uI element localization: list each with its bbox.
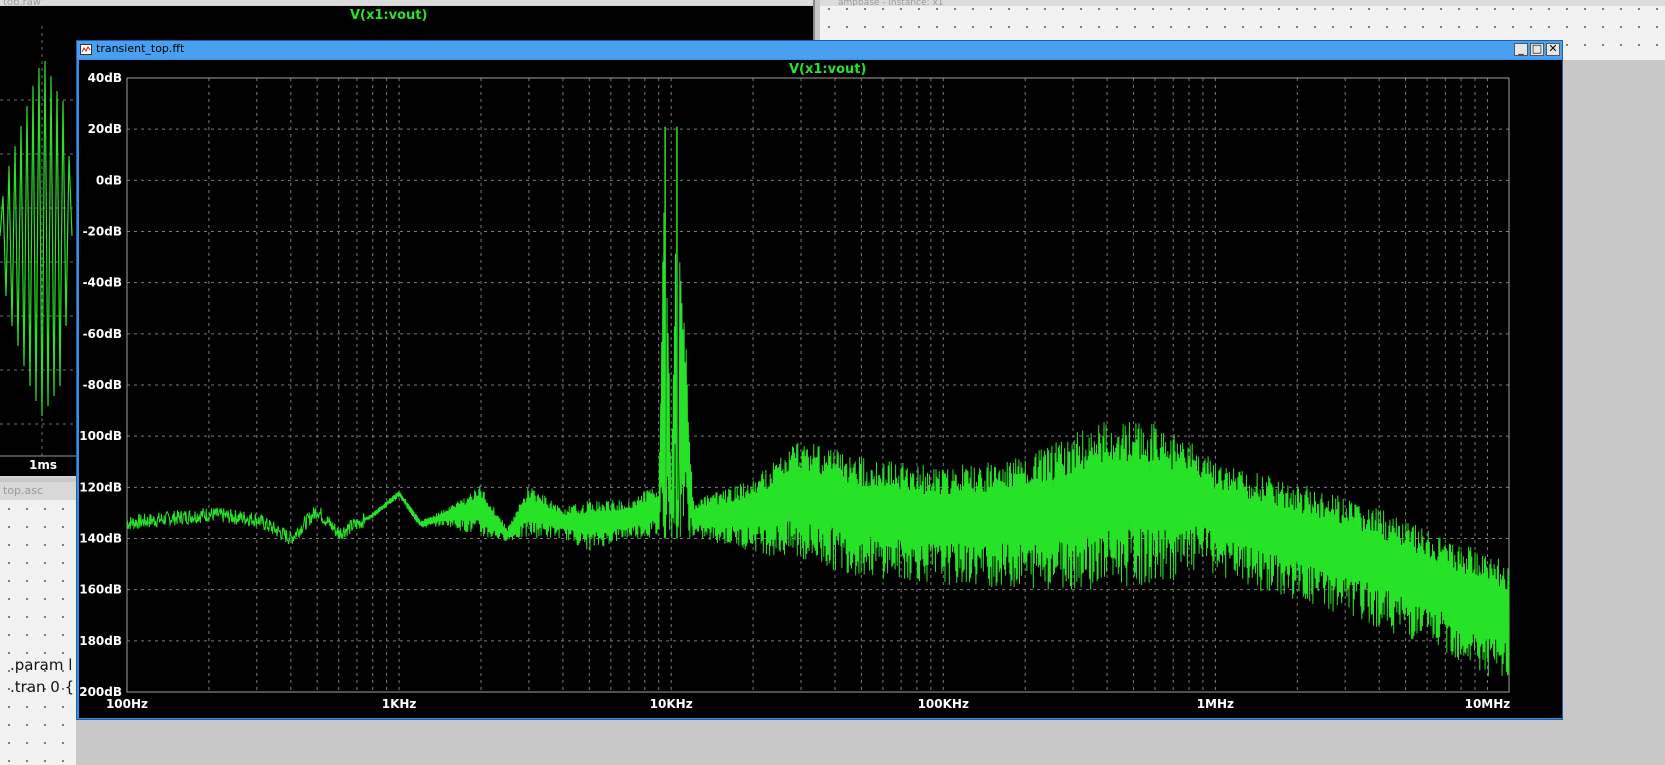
schematic-window-title[interactable]: top.asc: [0, 482, 76, 500]
schematic-directive-1[interactable]: .param l: [10, 656, 72, 674]
fft-window-title: transient_top.fft: [96, 42, 185, 55]
y-tick-label: -180dB: [79, 634, 122, 648]
y-tick-label: -100dB: [79, 429, 122, 443]
y-tick-label: -20dB: [83, 225, 122, 239]
x-tick-label: 10MHz: [1465, 697, 1511, 711]
y-tick-label: -140dB: [79, 532, 122, 546]
fft-trace: [126, 212, 1510, 677]
x-tick-label: 1KHz: [382, 697, 417, 711]
y-tick-label: 40dB: [88, 71, 122, 85]
y-tick-label: 20dB: [88, 122, 122, 136]
y-tick-label: -40dB: [83, 276, 122, 290]
schematic-canvas[interactable]: .param l .tran 0 {: [0, 500, 76, 765]
y-tick-label: -60dB: [83, 327, 122, 341]
fft-plot-panel[interactable]: V(x1:vout) 40dB 20dB 0dB -20dB -40dB -60dB -80…: [79, 60, 1562, 718]
y-tick-label: -80dB: [83, 378, 122, 392]
back-x-tick: 1ms: [29, 458, 57, 472]
fft-app-icon: [80, 44, 92, 55]
x-tick-label: 10KHz: [650, 697, 693, 711]
x-tick-label: 1MHz: [1197, 697, 1234, 711]
plot-border: [126, 77, 1510, 693]
schematic-directive-2[interactable]: .tran 0 {: [10, 678, 74, 696]
minimize-button[interactable]: _: [1514, 43, 1528, 56]
back-window-title[interactable]: top.raw: [0, 0, 813, 5]
fft-title-bar[interactable]: transient_top.fft _ □ ✕: [77, 41, 1562, 59]
right-window-title[interactable]: ampbase - instance: x1: [820, 0, 1665, 6]
fft-window[interactable]: transient_top.fft _ □ ✕ V(x1:vout) 40dB 2…: [76, 40, 1563, 720]
back-waveform-trace: [0, 60, 73, 417]
x-tick-label: 100KHz: [918, 697, 969, 711]
schematic-window[interactable]: top.asc .param l .tran 0 {: [0, 482, 76, 765]
y-tick-label: 0dB: [96, 173, 122, 187]
x-tick-label: 100Hz: [106, 697, 148, 711]
y-tick-label: -120dB: [79, 480, 122, 494]
y-tick-label: -160dB: [79, 583, 122, 597]
fft-chart-svg[interactable]: 40dB 20dB 0dB -20dB -40dB -60dB -80dB -100dB -12…: [79, 60, 1562, 718]
close-button[interactable]: ✕: [1546, 43, 1560, 56]
maximize-button[interactable]: □: [1530, 43, 1544, 56]
